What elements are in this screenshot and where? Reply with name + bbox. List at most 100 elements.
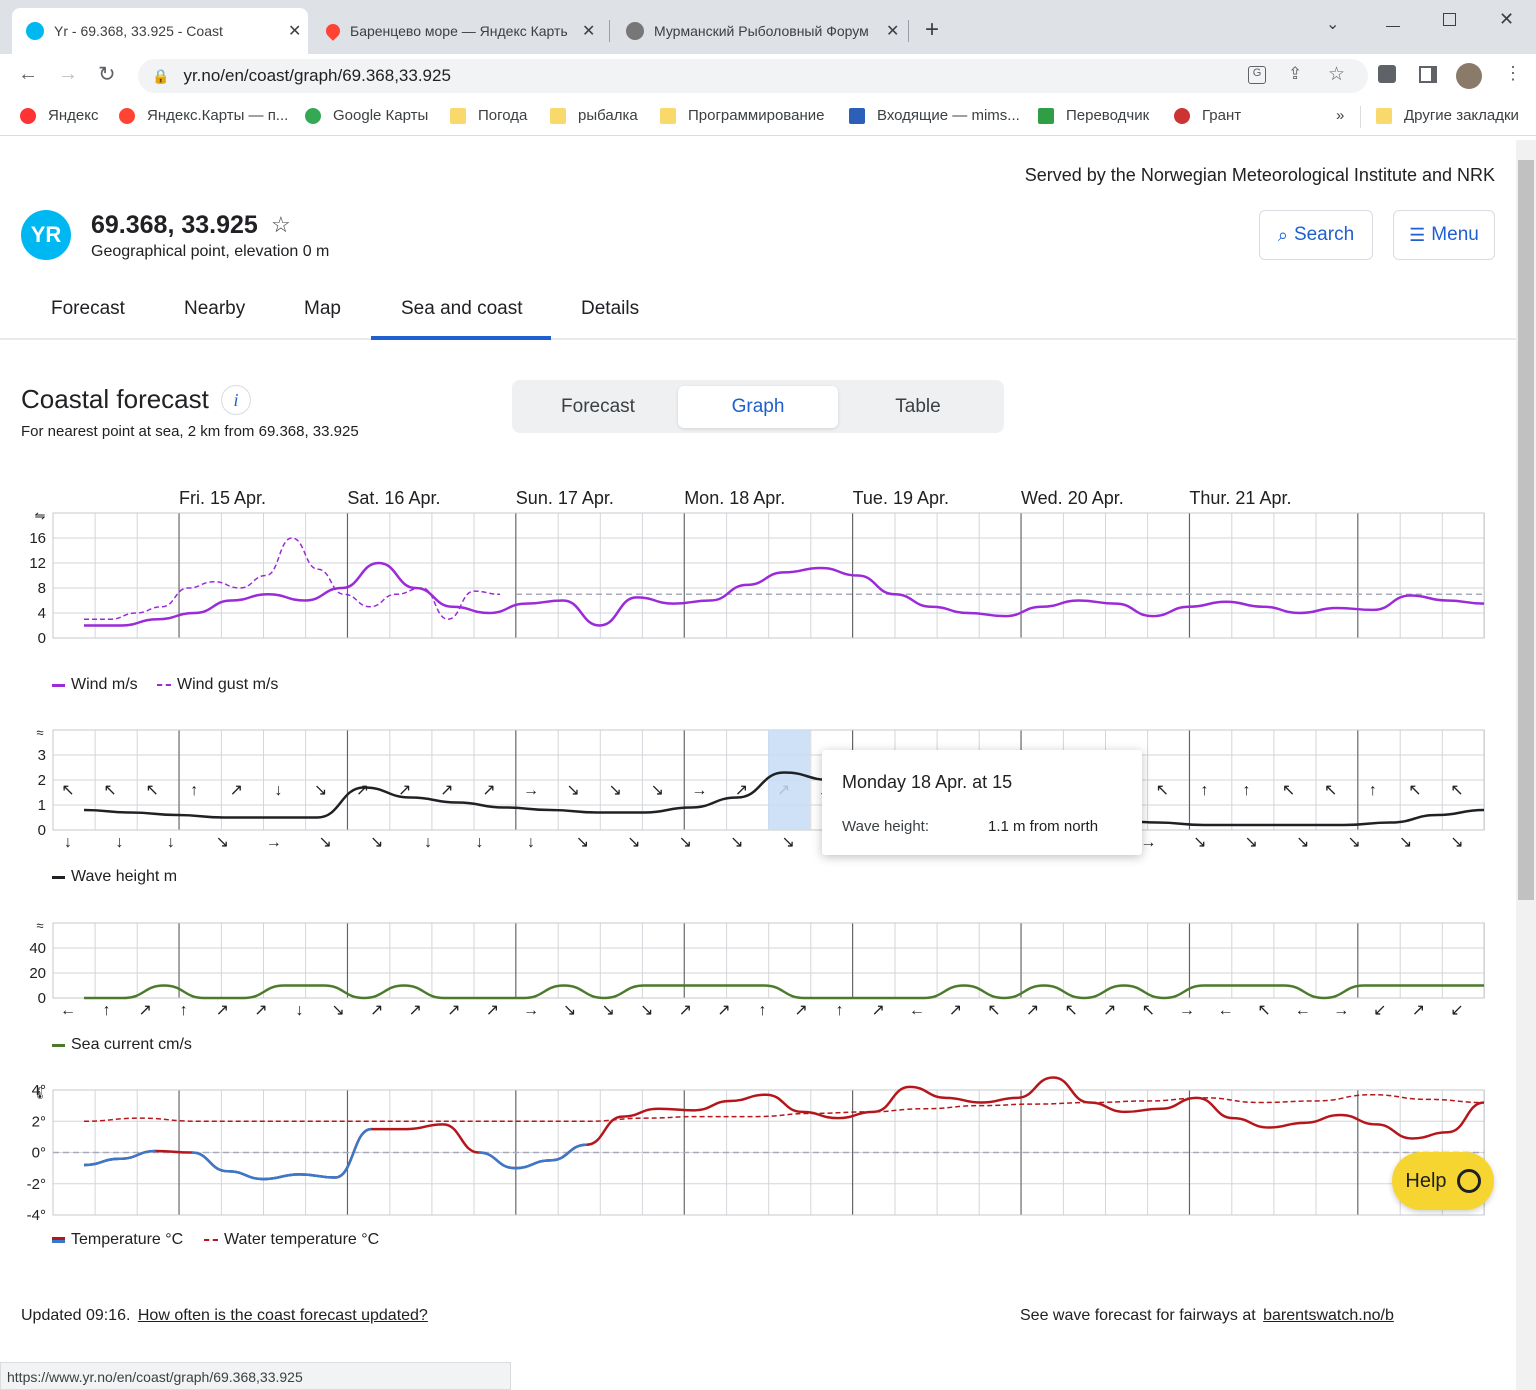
bookmark-star-icon[interactable]: ☆ — [1328, 63, 1345, 86]
legend-gust: Wind gust m/s — [157, 676, 278, 694]
temp-legend-swatch — [52, 1237, 65, 1243]
google-maps-icon — [305, 107, 321, 124]
wind-direction-arrow: ↖ — [1282, 782, 1295, 799]
wave-tooltip: Monday 18 Apr. at 15 Wave height: 1.1 m … — [822, 750, 1142, 855]
wave-direction-arrow: ↘ — [216, 834, 229, 851]
wave-direction-arrow: → — [1140, 834, 1156, 851]
browser-menu-icon[interactable]: ⋮ — [1504, 63, 1522, 84]
temp-ytick: 0° — [32, 1145, 46, 1162]
back-icon[interactable]: ← — [18, 63, 38, 86]
bookmark-yandex-maps[interactable]: Яндекс.Карты — п... — [119, 107, 288, 124]
forward-icon[interactable]: → — [58, 63, 78, 86]
current-direction-arrow: ↗ — [216, 1002, 229, 1019]
tab-yr[interactable]: Yr - 69.368, 33.925 - Coast ✕ — [12, 8, 308, 54]
bookmark-folder-programming[interactable]: Программирование — [660, 107, 824, 124]
tab-yandex-maps[interactable]: Баренцево море — Яндекс Карты ✕ — [312, 8, 608, 54]
current-direction-arrow: ↖ — [987, 1002, 1000, 1019]
wave-direction-arrow: ↘ — [1296, 834, 1309, 851]
close-tab-icon[interactable]: ✕ — [886, 21, 899, 41]
bookmarks-bar: Яндекс Яндекс.Карты — п... Google Карты … — [0, 98, 1536, 136]
wind-direction-arrow: ↖ — [1156, 782, 1169, 799]
coastal-graph: Fri. 15 Apr. Sat. 16 Apr. Sun. 17 Apr. Mon.… — [27, 488, 1485, 1224]
temp-ytick: -2° — [27, 1176, 46, 1193]
bookmark-folder-weather[interactable]: Погода — [450, 107, 527, 124]
wave-direction-arrow: ↘ — [576, 834, 589, 851]
current-direction-arrow: ↗ — [447, 1002, 460, 1019]
yr-favicon-icon — [26, 22, 44, 40]
temp-axis-icon: 🌡 — [32, 1086, 47, 1100]
current-direction-arrow: ↙ — [1373, 1002, 1386, 1019]
temperature-cold-segment — [299, 1127, 372, 1179]
bookmark-yandex[interactable]: Яндекс — [20, 107, 98, 124]
wave-ytick: 2 — [38, 772, 46, 789]
legend-label: Water temperature °C — [224, 1231, 380, 1248]
bookmark-label: Яндекс.Карты — п... — [147, 107, 289, 124]
translate-icon[interactable]: G — [1248, 66, 1266, 84]
url-text: yr.no/en/coast/graph/69.368,33.925 — [183, 66, 451, 85]
current-direction-arrow: → — [523, 1002, 539, 1019]
translator-icon — [1038, 107, 1054, 124]
wave-ytick: 0 — [38, 822, 46, 839]
new-tab-button[interactable]: + — [925, 16, 939, 44]
update-frequency-link[interactable]: How often is the coast forecast updated? — [138, 1307, 428, 1324]
legend-current: Sea current cm/s — [52, 1036, 192, 1054]
wind-direction-arrow: ↖ — [1450, 782, 1463, 799]
wave-direction-arrow: ↘ — [1450, 834, 1463, 851]
help-button[interactable]: Help — [1392, 1152, 1494, 1210]
wind-ytick: 12 — [29, 555, 46, 572]
close-tab-icon[interactable]: ✕ — [288, 21, 301, 41]
extensions-icon[interactable] — [1378, 65, 1396, 83]
side-panel-icon[interactable] — [1419, 66, 1437, 83]
wind-direction-arrow: ↘ — [608, 782, 621, 799]
tab-fishing-forum[interactable]: Мурманский Рыболовный Форум ✕ — [612, 8, 908, 54]
tooltip-value: 1.1 m from north — [988, 818, 1099, 835]
wind-direction-arrow: ↑ — [190, 782, 198, 799]
day-label: Tue. 19 Apr. — [853, 488, 949, 508]
legend-label: Temperature °C — [71, 1231, 184, 1248]
maximize-icon[interactable] — [1443, 13, 1456, 26]
wind-direction-arrow: ↑ — [1200, 782, 1208, 799]
other-bookmarks[interactable]: Другие закладки — [1376, 107, 1519, 124]
share-icon[interactable]: ⇪ — [1288, 64, 1302, 84]
gust-legend-swatch — [157, 684, 171, 686]
profile-avatar[interactable] — [1456, 63, 1482, 89]
current-direction-arrow: ↘ — [331, 1002, 344, 1019]
close-tab-icon[interactable]: ✕ — [582, 21, 595, 41]
bookmark-inbox[interactable]: Входящие — mims... — [849, 107, 1020, 124]
bookmark-label: Погода — [478, 107, 528, 124]
forum-favicon-icon — [626, 22, 644, 40]
legend-label: Wave height m — [71, 868, 178, 885]
wave-direction-arrow: ↘ — [370, 834, 383, 851]
bookmark-translator[interactable]: Переводчик — [1038, 107, 1149, 124]
bookmarks-more-button[interactable]: » — [1336, 107, 1344, 124]
wind-legend-swatch — [52, 683, 65, 687]
wave-direction-arrow: ↓ — [115, 834, 123, 851]
scrollbar-thumb[interactable] — [1518, 160, 1534, 900]
barentswatch-link[interactable]: barentswatch.no/b — [1263, 1307, 1394, 1324]
tab-search-chevron-icon[interactable]: ⌄ — [1326, 14, 1339, 34]
folder-icon — [450, 107, 466, 124]
day-label: Sat. 16 Apr. — [347, 488, 440, 508]
current-ytick: 20 — [29, 965, 46, 982]
folder-icon — [660, 107, 676, 124]
temp-ytick: -4° — [27, 1207, 46, 1224]
temperature-cold-segment — [191, 1151, 264, 1181]
updated-text: Updated 09:16. — [21, 1307, 131, 1324]
yandex-icon — [20, 107, 36, 124]
tab-title: Yr - 69.368, 33.925 - Coast — [54, 23, 223, 39]
current-direction-arrow: ← — [1218, 1002, 1234, 1019]
current-direction-arrow: ↙ — [1450, 1002, 1463, 1019]
address-bar[interactable]: 🔒 yr.no/en/coast/graph/69.368,33.925 G ⇪… — [138, 59, 1368, 93]
bookmark-google-maps[interactable]: Google Карты — [305, 107, 428, 124]
wave-direction-arrow: ↘ — [319, 834, 332, 851]
minimize-icon[interactable] — [1386, 26, 1400, 27]
window-close-icon[interactable]: ✕ — [1499, 9, 1514, 30]
tooltip-title: Monday 18 Apr. at 15 — [842, 772, 1013, 792]
wind-direction-arrow: ↖ — [61, 782, 74, 799]
lock-icon: 🔒 — [152, 67, 170, 84]
current-direction-arrow: ← — [909, 1002, 925, 1019]
reload-icon[interactable]: ↻ — [98, 62, 116, 87]
bookmark-folder-fishing[interactable]: рыбалка — [550, 107, 638, 124]
current-direction-arrow: ↗ — [872, 1002, 885, 1019]
bookmark-grant[interactable]: Грант — [1174, 107, 1241, 124]
